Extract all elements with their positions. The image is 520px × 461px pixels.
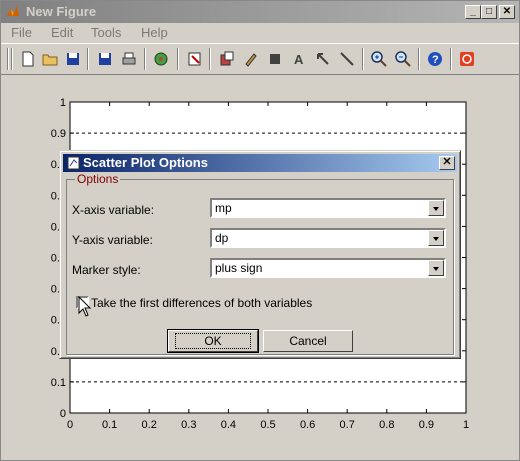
scatter-plot-options-dialog: Scatter Plot Options ✕ Options X-axis va… [59,150,461,359]
dialog-titlebar[interactable]: Scatter Plot Options ✕ [63,154,457,172]
y-axis-select[interactable]: dp [210,228,446,248]
x-axis-label: X-axis variable: [72,203,155,217]
x-axis-select[interactable]: mp [210,198,446,218]
y-tick-label: 0.1 [51,377,66,389]
x-tick-label: 0.3 [181,419,196,431]
marker-style-select[interactable]: plus sign [210,258,446,278]
y-tick-label: 1 [60,97,66,109]
y-axis-value: dp [215,231,229,245]
x-tick-label: 0.9 [419,419,434,431]
x-tick-label: 1 [463,419,469,431]
ok-button[interactable]: OK [167,329,259,353]
cancel-button[interactable]: Cancel [263,330,353,352]
y-tick-label: 0 [60,408,66,420]
x-tick-label: 0.7 [340,419,355,431]
x-tick-label: 0.2 [142,419,157,431]
x-tick-label: 0.1 [102,419,117,431]
chevron-down-icon[interactable] [428,230,444,246]
dialog-app-icon [67,156,80,170]
x-axis-value: mp [215,201,232,215]
x-tick-label: 0.5 [260,419,275,431]
dialog-close-button[interactable]: ✕ [439,156,455,170]
options-group-label: Options [75,172,121,186]
x-tick-label: 0.4 [221,419,236,431]
chevron-down-icon[interactable] [428,200,444,216]
chevron-down-icon[interactable] [428,260,444,276]
mouse-pointer-icon [78,296,92,317]
first-differences-label[interactable]: Take the first differences of both varia… [91,296,312,310]
y-axis-label: Y-axis variable: [72,233,153,247]
options-group: Options X-axis variable: mp Y-axis varia… [66,172,454,355]
x-tick-label: 0.8 [379,419,394,431]
dialog-title: Scatter Plot Options [83,155,208,170]
marker-style-value: plus sign [215,261,263,275]
x-tick-label: 0 [67,419,73,431]
x-tick-label: 0.6 [300,419,315,431]
y-tick-label: 0.9 [51,128,66,140]
ok-button-label: OK [175,333,251,349]
marker-style-label: Marker style: [72,263,141,277]
